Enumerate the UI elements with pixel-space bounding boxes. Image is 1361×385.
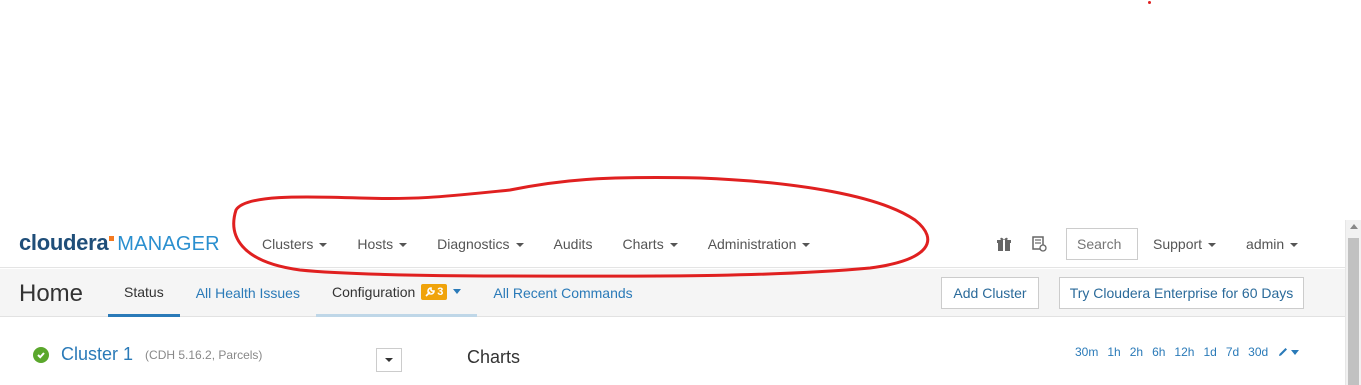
time-range-7d[interactable]: 7d (1226, 345, 1239, 359)
time-range-selector: 30m 1h 2h 6h 12h 1d 7d 30d (1075, 345, 1300, 359)
cluster-version: (CDH 5.16.2, Parcels) (145, 347, 263, 362)
nav-hosts[interactable]: Hosts (357, 236, 408, 252)
configuration-badge-count: 3 (437, 285, 444, 298)
top-navbar: cloudera MANAGER Clusters Hosts Diagnost… (0, 220, 1345, 268)
home-tabs: Status All Health Issues Configuration 3… (108, 269, 649, 317)
cluster-row: Cluster 1 (CDH 5.16.2, Parcels) (33, 344, 262, 365)
nav-hosts-label: Hosts (357, 236, 394, 252)
chevron-down-icon (1208, 243, 1217, 247)
user-menu[interactable]: admin (1246, 236, 1299, 252)
running-commands-icon[interactable] (1030, 235, 1048, 253)
cluster-name-link[interactable]: Cluster 1 (61, 344, 133, 365)
chevron-down-icon (1290, 243, 1299, 247)
chevron-down-icon (515, 243, 524, 247)
chevron-down-icon (319, 243, 328, 247)
page: cloudera MANAGER Clusters Hosts Diagnost… (0, 0, 1361, 385)
nav-clusters-label: Clusters (262, 236, 314, 252)
tab-all-health-issues[interactable]: All Health Issues (180, 269, 316, 317)
navbar-tools: Support admin (995, 220, 1328, 268)
annotation-loop (232, 176, 930, 278)
page-subheader: Home Status All Health Issues Configurat… (0, 269, 1345, 317)
nav-diagnostics-label: Diagnostics (437, 236, 510, 252)
nav-charts-label: Charts (622, 236, 664, 252)
tab-all-recent-commands-label: All Recent Commands (493, 285, 633, 301)
logo-brand: cloudera (19, 230, 109, 255)
tab-all-recent-commands[interactable]: All Recent Commands (477, 269, 648, 317)
time-range-2h[interactable]: 2h (1130, 345, 1143, 359)
main-nav: Clusters Hosts Diagnostics Audits Charts… (262, 220, 840, 268)
page-scrollbar[interactable] (1345, 220, 1361, 385)
chevron-down-icon (1291, 349, 1300, 355)
edit-chart-icon[interactable] (1277, 346, 1300, 358)
wrench-icon (425, 286, 436, 297)
charts-heading: Charts (467, 347, 521, 367)
chevron-down-icon (802, 243, 811, 247)
chevron-down-icon[interactable] (453, 289, 462, 294)
tab-status-label: Status (124, 283, 164, 300)
user-label: admin (1246, 236, 1285, 252)
add-cluster-button[interactable]: Add Cluster (941, 277, 1039, 309)
cloudera-manager-logo[interactable]: cloudera MANAGER (19, 230, 220, 256)
support-menu[interactable]: Support (1153, 236, 1217, 252)
nav-administration[interactable]: Administration (708, 236, 811, 252)
time-range-12h[interactable]: 12h (1174, 345, 1194, 359)
scroll-up-icon[interactable] (1350, 224, 1358, 229)
time-range-1h[interactable]: 1h (1107, 345, 1120, 359)
search-input[interactable] (1066, 228, 1138, 260)
configuration-issues-badge[interactable]: 3 (421, 283, 448, 300)
tab-configuration[interactable]: Configuration 3 (315, 269, 478, 317)
chevron-down-icon (385, 358, 393, 362)
logo-product: MANAGER (117, 233, 220, 255)
time-range-6h[interactable]: 6h (1152, 345, 1165, 359)
page-title: Home (19, 280, 84, 307)
time-range-1d[interactable]: 1d (1203, 345, 1216, 359)
nav-audits-label: Audits (553, 236, 593, 252)
cluster-actions-dropdown[interactable] (376, 348, 402, 372)
tab-all-health-issues-label: All Health Issues (195, 285, 300, 301)
nav-charts[interactable]: Charts (622, 236, 678, 252)
nav-administration-label: Administration (707, 236, 797, 252)
health-good-icon (33, 346, 49, 363)
annotation-dot (1148, 1, 1151, 4)
time-range-30d[interactable]: 30d (1248, 345, 1268, 359)
support-label: Support (1153, 236, 1203, 252)
logo-dot (109, 236, 115, 241)
nav-clusters[interactable]: Clusters (262, 236, 328, 252)
chevron-down-icon (669, 243, 678, 247)
chevron-down-icon (399, 243, 408, 247)
time-range-30m[interactable]: 30m (1075, 345, 1098, 359)
nav-diagnostics[interactable]: Diagnostics (437, 236, 524, 252)
gift-icon[interactable] (995, 235, 1013, 253)
try-enterprise-button[interactable]: Try Cloudera Enterprise for 60 Days (1059, 277, 1304, 309)
tab-configuration-label: Configuration (331, 283, 416, 300)
tab-status[interactable]: Status (108, 269, 180, 317)
nav-audits[interactable]: Audits (554, 236, 593, 252)
scrollbar-thumb[interactable] (1348, 238, 1359, 385)
